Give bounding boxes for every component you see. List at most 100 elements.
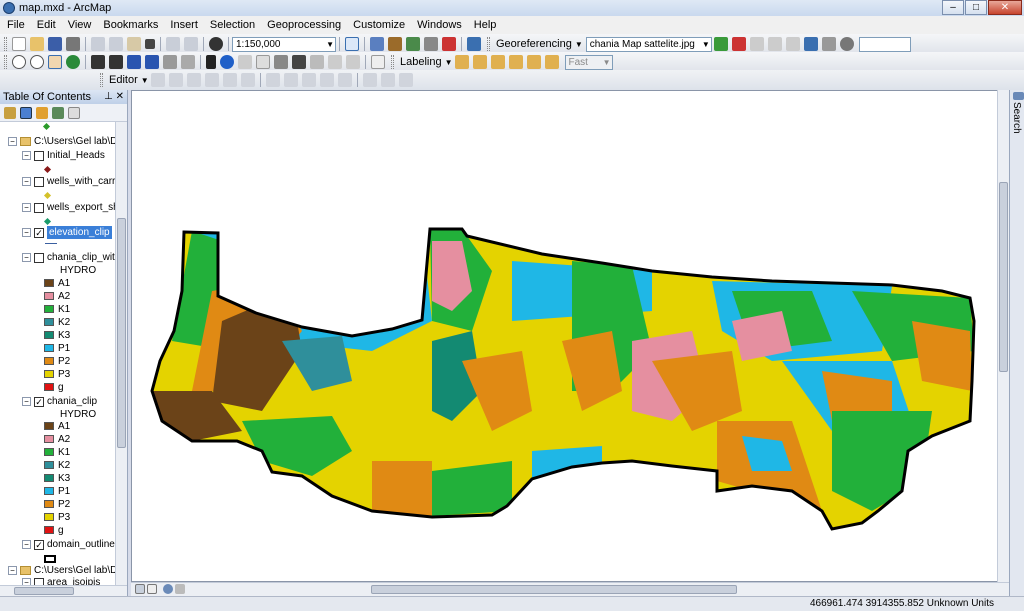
toolbar-grip[interactable] [4, 37, 7, 51]
maximize-button[interactable]: □ [965, 0, 987, 15]
label-priority-icon[interactable] [472, 55, 487, 69]
undo-icon[interactable] [166, 37, 180, 51]
toc-vertical-scrollbar[interactable] [115, 122, 127, 585]
menu-selection[interactable]: Selection [203, 19, 260, 31]
layer-visibility-checkbox[interactable] [34, 578, 44, 585]
go-to-xy-icon[interactable] [328, 55, 342, 69]
label-weight-icon[interactable] [490, 55, 505, 69]
endpoint-arc-icon[interactable] [204, 73, 219, 87]
select-elements-icon[interactable] [206, 55, 216, 69]
layer-visibility-checkbox[interactable] [34, 151, 44, 161]
clear-selection-icon[interactable] [181, 55, 195, 69]
menu-file[interactable]: File [0, 19, 30, 31]
toc-layer-area-isoipis[interactable]: area_isoipis [47, 576, 100, 585]
copy-icon[interactable] [109, 37, 123, 51]
point-icon[interactable] [240, 73, 255, 87]
zoom-out-icon[interactable] [30, 55, 44, 69]
catalog-window-icon[interactable] [388, 37, 402, 51]
layout-view-icon[interactable] [147, 584, 157, 594]
pin-icon[interactable]: ⊥ [104, 91, 113, 102]
cut-polygons-icon[interactable] [301, 73, 316, 87]
save-icon[interactable] [48, 37, 62, 51]
list-by-drawing-order-icon[interactable] [4, 106, 16, 119]
refresh-map-icon[interactable] [163, 584, 173, 594]
collapse-icon[interactable]: − [22, 540, 31, 549]
view-unplaced-labels-icon[interactable] [544, 55, 559, 69]
layer-visibility-checkbox-checked[interactable]: ✓ [34, 228, 44, 238]
map-vertical-scrollbar[interactable] [997, 90, 1009, 582]
menu-windows[interactable]: Windows [410, 19, 467, 31]
pause-drawing-icon[interactable] [175, 584, 185, 594]
map-scale-combo[interactable]: 1:150,000 ▼ [232, 36, 336, 52]
full-extent-icon[interactable] [66, 55, 80, 69]
rotate-icon[interactable] [713, 37, 728, 51]
reshape-icon[interactable] [283, 73, 298, 87]
menu-view[interactable]: View [61, 19, 97, 31]
layer-visibility-checkbox-checked[interactable]: ✓ [34, 397, 44, 407]
menu-customize[interactable]: Customize [346, 19, 410, 31]
fixed-zoom-in-icon[interactable] [91, 55, 105, 69]
toc-layer-wells-export-shp[interactable]: wells_export_shp [47, 201, 115, 214]
editor-menu[interactable]: Editor [109, 74, 138, 86]
print-icon[interactable] [66, 37, 80, 51]
toc-layer-initial-heads[interactable]: Initial_Heads [47, 149, 105, 162]
toc-close-icon[interactable]: ✕ [116, 91, 124, 102]
arctoolbox-icon[interactable] [424, 37, 438, 51]
toc-layer-elevation-clip[interactable]: elevation_clip [47, 226, 112, 239]
python-window-icon[interactable] [442, 37, 456, 51]
toc-layer-chania-clip-with[interactable]: chania_clip_with_ [47, 251, 115, 264]
find-icon[interactable] [292, 55, 306, 69]
scale-icon[interactable] [767, 37, 782, 51]
collapse-icon[interactable]: − [8, 137, 17, 146]
create-features-icon[interactable] [398, 73, 413, 87]
select-features-icon[interactable] [163, 55, 177, 69]
straight-segment-icon[interactable] [186, 73, 201, 87]
rotate-tool-icon[interactable] [337, 73, 352, 87]
link-table-icon[interactable] [803, 37, 818, 51]
close-button[interactable]: ✕ [988, 0, 1022, 15]
edit-tool-icon[interactable] [150, 73, 165, 87]
geology-map[interactable] [132, 91, 998, 581]
lock-labels-icon[interactable] [508, 55, 523, 69]
collapse-icon[interactable]: − [22, 397, 31, 406]
add-control-points-icon[interactable] [731, 37, 746, 51]
search-window-icon[interactable] [406, 37, 420, 51]
measure-icon[interactable] [274, 55, 288, 69]
toolbar-grip[interactable] [487, 37, 490, 51]
collapse-icon[interactable]: − [22, 253, 31, 262]
toc-data-frame[interactable]: C:\Users\Gel lab\Drop [34, 135, 115, 148]
list-by-selection-icon[interactable] [52, 106, 64, 119]
menu-geoprocessing[interactable]: Geoprocessing [260, 19, 346, 31]
search-side-pane[interactable]: Search [1009, 90, 1024, 596]
menu-edit[interactable]: Edit [30, 19, 61, 31]
collapse-icon[interactable]: − [22, 177, 31, 186]
map-display[interactable] [131, 90, 1009, 582]
label-manager-icon[interactable] [454, 55, 469, 69]
forward-icon[interactable] [145, 55, 159, 69]
scroll-thumb[interactable] [371, 585, 737, 594]
model-builder-icon[interactable] [467, 37, 481, 51]
georeferencing-menu[interactable]: Georeferencing [496, 38, 572, 50]
minimize-button[interactable]: – [942, 0, 964, 15]
list-by-visibility-icon[interactable] [36, 106, 48, 119]
layer-visibility-checkbox-checked[interactable]: ✓ [34, 540, 44, 550]
editor-toolbar-icon[interactable] [345, 37, 359, 51]
collapse-icon[interactable]: − [22, 151, 31, 160]
split-icon[interactable] [319, 73, 334, 87]
pause-labeling-icon[interactable] [526, 55, 541, 69]
toc-options-icon[interactable] [68, 106, 80, 119]
toc-window-icon[interactable] [370, 37, 384, 51]
hyperlink-icon[interactable] [238, 55, 252, 69]
layer-visibility-checkbox[interactable] [34, 253, 44, 263]
georef-layer-combo[interactable]: chania Map sattelite.jpg ▼ [585, 36, 712, 52]
open-icon[interactable] [30, 37, 44, 51]
scroll-thumb[interactable] [14, 587, 74, 595]
labeling-menu[interactable]: Labeling [400, 56, 442, 68]
viewer-icon[interactable] [821, 37, 836, 51]
menu-insert[interactable]: Insert [163, 19, 203, 31]
back-icon[interactable] [127, 55, 141, 69]
refresh-icon[interactable] [839, 37, 854, 51]
toolbar-grip[interactable] [100, 73, 103, 87]
toolbar-grip[interactable] [4, 55, 7, 69]
sketch-properties-icon[interactable] [380, 73, 395, 87]
